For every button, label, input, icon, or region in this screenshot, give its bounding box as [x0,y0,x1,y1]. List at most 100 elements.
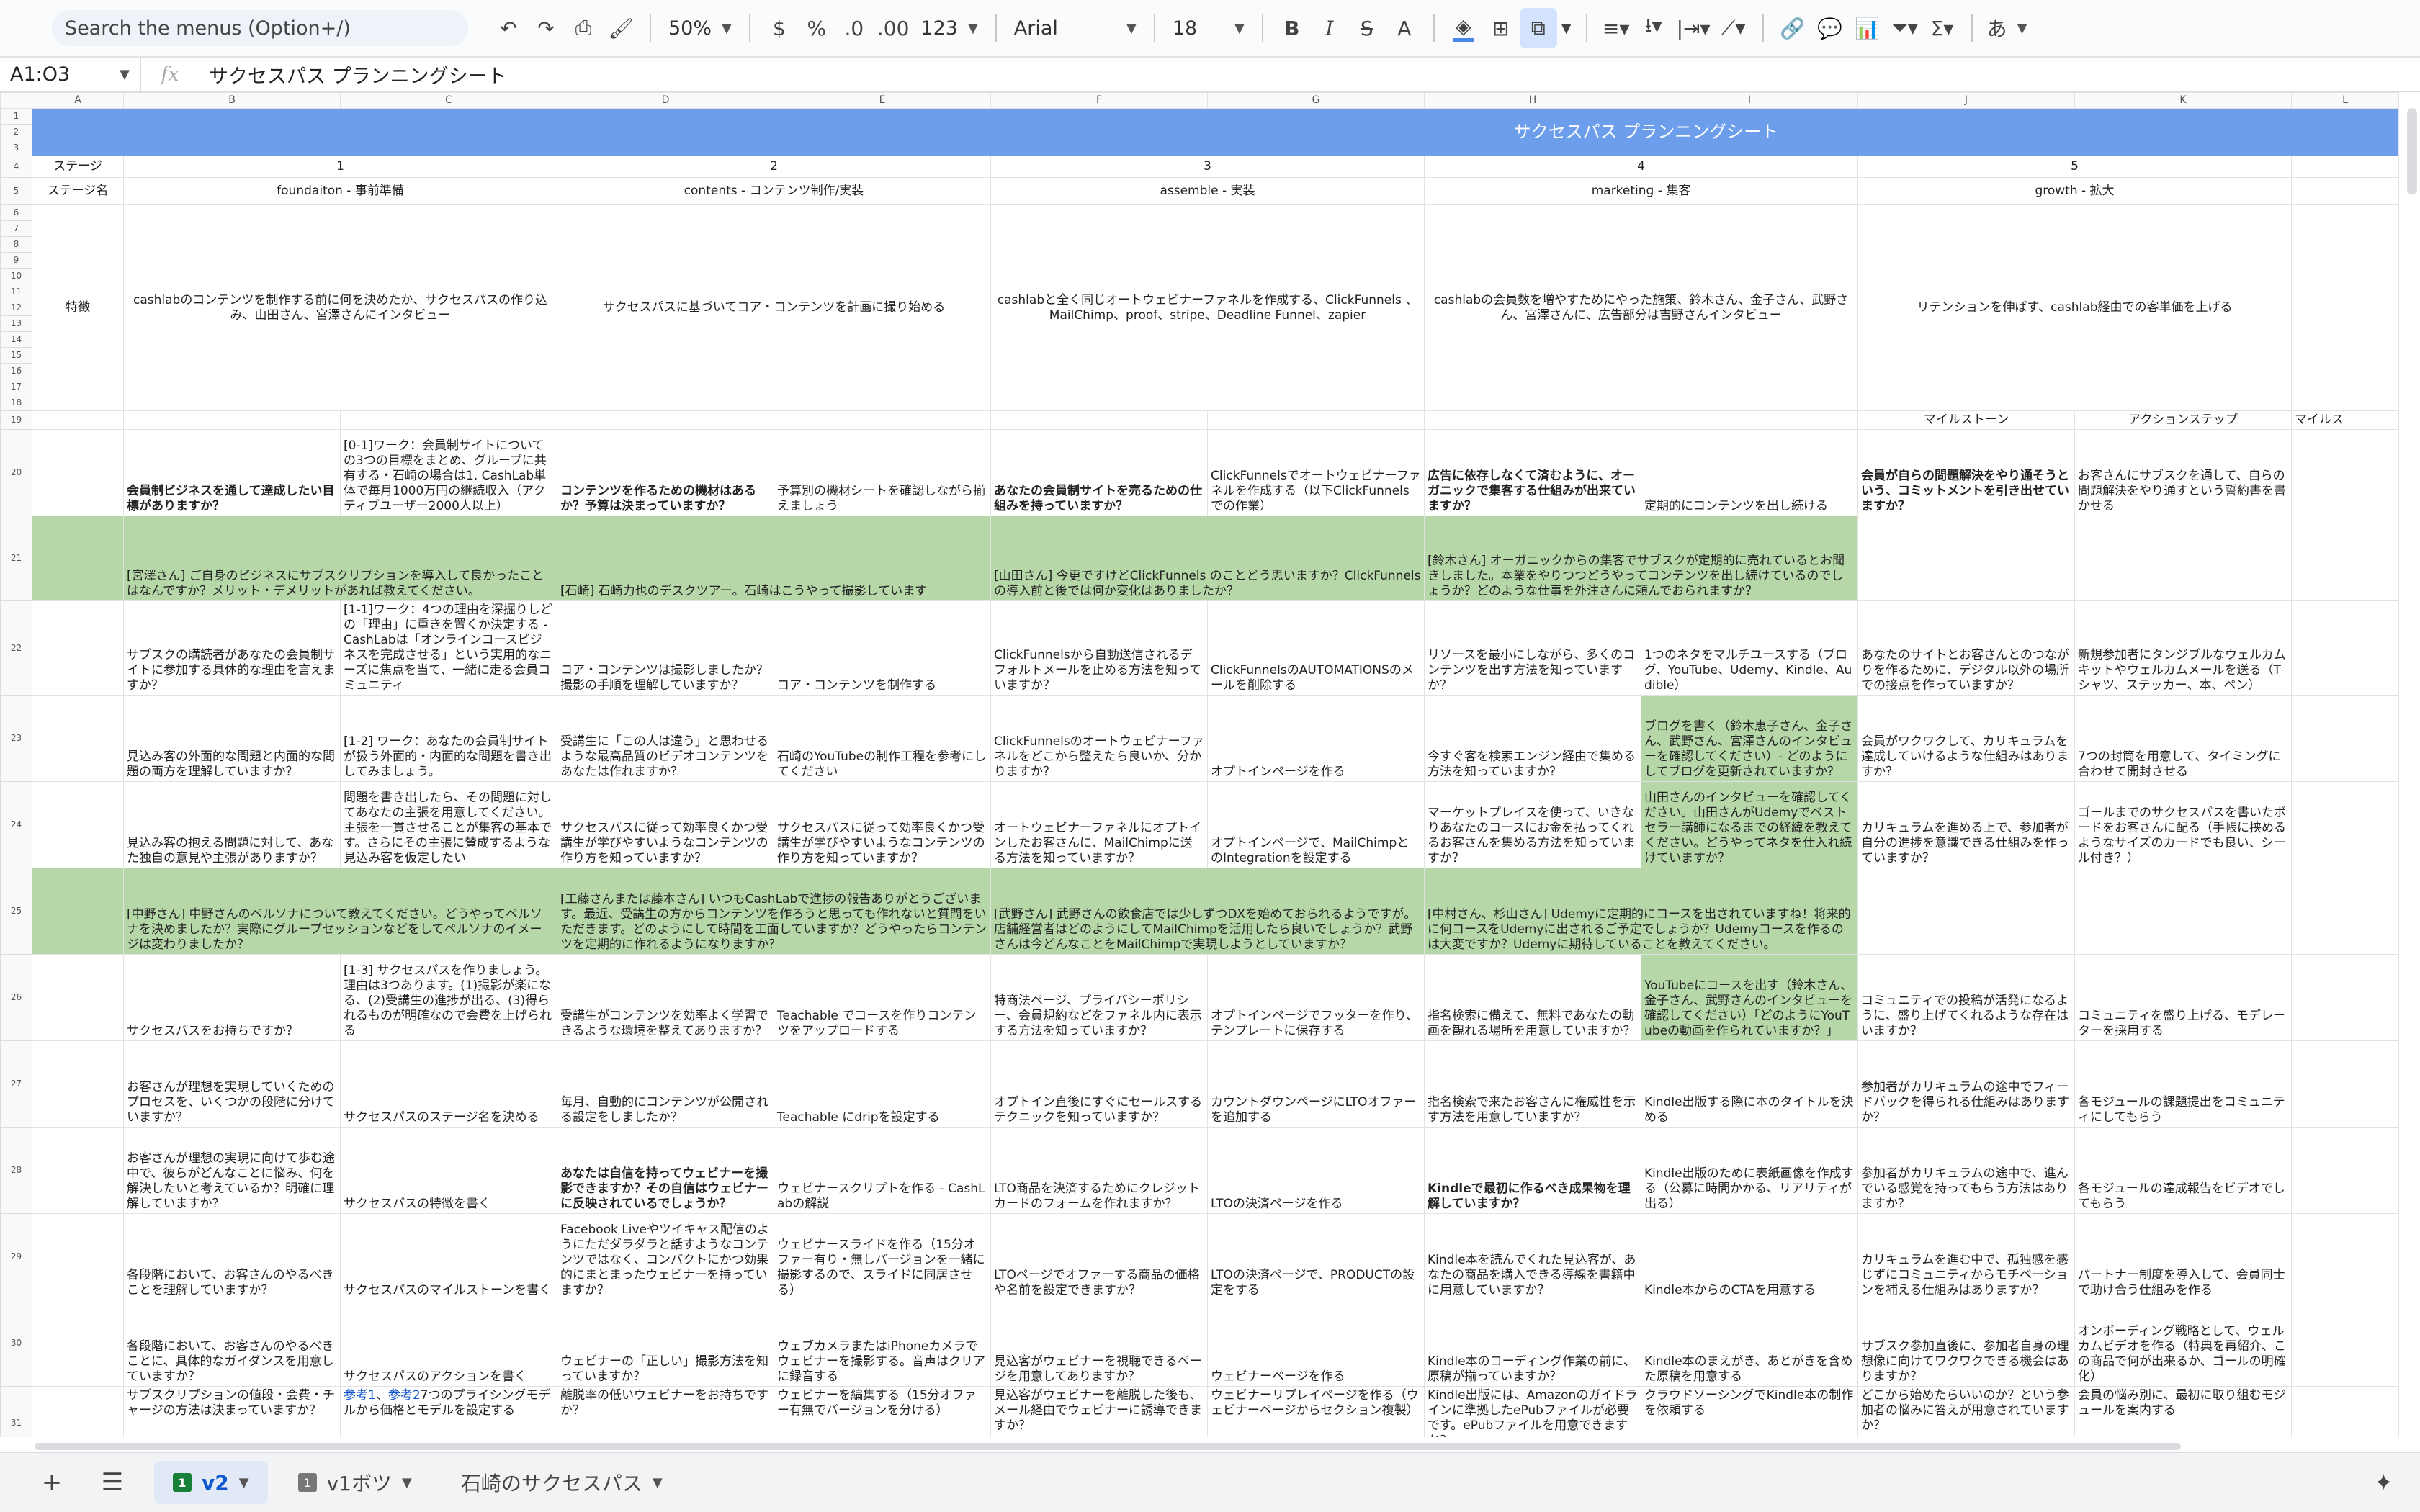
column-header[interactable]: D [557,92,774,109]
cell[interactable] [32,695,124,782]
cell[interactable]: 見込み客の抱える問題に対して、あなた独自の意見や主張がありますか？ [123,781,341,868]
zoom-dropdown[interactable]: 50% ▼ [661,8,739,48]
cell[interactable]: 特商法ページ、プライバシーポリシー、会員規約などをファネル内に表示する方法を知っ… [990,954,1208,1041]
functions-icon[interactable]: Σ▾ [1924,8,1961,48]
cell[interactable]: コミュニティを盛り上げる、モデレーターを採用する [2074,954,2292,1041]
cell[interactable]: サクセスパスに従って効率良くかつ受講生が学びやすいようなコンテンツの作り方を知っ… [774,781,991,868]
row-header[interactable]: 7 [0,220,32,237]
cell[interactable]: サクセスパスのマイルストーンを書く [340,1213,557,1300]
cell[interactable]: コミュニティでの投稿が活発になるように、盛り上げてくれるような存在はいますか？ [1857,954,2075,1041]
bold-button[interactable]: B [1273,8,1311,48]
decrease-decimal-button[interactable]: .0 [835,8,873,48]
cell[interactable]: LTO商品を決済するためにクレジットカードのフォームを作れますか？ [990,1127,1208,1214]
cell[interactable]: ClickFunnelsのオートウェビナーファネルをどこから整えたら良いか、分か… [990,695,1208,782]
cell[interactable] [1857,516,2075,601]
cell[interactable]: 各モジュールの課題提出をコミュニティにしてもらう [2074,1040,2292,1128]
cell[interactable] [2291,954,2399,1041]
cell[interactable]: 各段階において、お客さんのやるべきことに、具体的なガイダンスを用意していますか？ [123,1300,341,1387]
cell[interactable]: LTOの決済ページで、PRODUCTの設定をする [1207,1213,1425,1300]
text-color-button[interactable]: A [1386,8,1423,48]
add-sheet-icon[interactable]: + [22,1468,82,1497]
interview-question[interactable]: [中野さん] 中野さんのペルソナについて教えてください。どうやってペルソナを決め… [123,868,557,955]
cell[interactable]: 参加者がカリキュラムの途中でフィードバックを得られる仕組みはありますか？ [1857,1040,2075,1128]
cell[interactable]: Kindle出版には、Amazonのガイドラインに準拠したePubファイルが必要… [1424,1386,1641,1437]
cell[interactable]: 指名検索で来たお客さんに権威性を示す方法を用意していますか？ [1424,1040,1641,1128]
stage-number[interactable]: 1 [123,156,557,178]
row-header[interactable]: 4 [0,156,32,178]
reference-link-1[interactable]: 参考1 [344,1388,376,1403]
cell[interactable]: オプトイン直後にすぐにセールスするテクニックを知っていますか？ [990,1040,1208,1128]
cell[interactable]: ウェビナーページを作る [1207,1300,1425,1387]
feature-label[interactable]: 特徴 [32,204,124,411]
row-header[interactable]: 28 [0,1127,32,1214]
feature-text[interactable]: サクセスパスに基づいてコア・コンテンツを計画に撮り始める [557,204,991,411]
cell[interactable] [1424,410,1641,430]
stage-name[interactable]: foundaiton - 事前準備 [123,177,557,205]
row-header[interactable]: 27 [0,1040,32,1128]
cell[interactable]: 受講生に「この人は違う」と思わせるような最高品質のビデオコンテンツをあなたは作れ… [557,695,774,782]
row-header[interactable]: 10 [0,268,32,284]
feature-text[interactable]: cashlabのコンテンツを制作する前に何を決めたか、サクセスパスの作り込み、山… [123,204,557,411]
cell[interactable] [32,410,124,430]
cell[interactable]: Kindle本からのCTAを用意する [1641,1213,1858,1300]
interview-question[interactable]: [山田さん] 今更ですけどClickFunnels のことどう思いますか？Cli… [990,516,1425,601]
row-header[interactable]: 19 [0,410,32,430]
cell[interactable]: LTOページでオファーする商品の価格や名前を設定できますか？ [990,1213,1208,1300]
cell[interactable]: 見込客がウェビナーを視聴できるページを用意してありますか？ [990,1300,1208,1387]
sheet-title[interactable]: サクセスパス プランニングシート [32,108,2399,156]
cell[interactable] [32,600,124,696]
cell[interactable] [2291,868,2399,955]
row-header[interactable]: 17 [0,379,32,395]
cell[interactable]: 7つの封筒を用意して、タイミングに合わせて開封させる [2074,695,2292,782]
cell[interactable]: クラウドソーシングでKindle本の制作を依頼する [1641,1386,1858,1437]
cell[interactable]: あなたは自信を持ってウェビナーを撮影できますか？その自信はウェビナーに反映されて… [557,1127,774,1214]
stage-name[interactable]: contents - コンテンツ制作/実装 [557,177,991,205]
column-header[interactable]: L [2291,92,2399,109]
cell[interactable]: Kindle出版する際に本のタイトルを決める [1641,1040,1858,1128]
vertical-align-icon[interactable]: ⭳▾ [1635,8,1672,48]
cell[interactable]: Teachable でコースを作りコンテンツをアップロードする [774,954,991,1041]
cell[interactable] [2291,1213,2399,1300]
stage-number[interactable]: 2 [557,156,991,178]
cell[interactable] [32,1213,124,1300]
cell[interactable] [32,1127,124,1214]
cell[interactable] [2291,1300,2399,1387]
cell[interactable]: 定期的にコンテンツを出し続ける [1641,429,1858,516]
horizontal-align-icon[interactable]: ≡▾ [1597,8,1635,48]
vertical-scrollbar[interactable] [2407,108,2417,194]
chevron-down-icon[interactable]: ▼ [402,1475,412,1490]
cell[interactable]: Facebook Liveやツイキャス配信のようにただダラダラと話すようなコンテ… [557,1213,774,1300]
select-all-corner[interactable] [0,92,32,109]
cell[interactable] [32,429,124,516]
cell[interactable]: 新規参加者にタンジブルなウェルカムキットやウェルカムメールを送る（Tシャツ、ステ… [2074,600,2292,696]
stage-number[interactable]: 5 [1857,156,2292,178]
borders-icon[interactable]: ⊞ [1482,8,1520,48]
tab-v1-rejected[interactable]: 1 v1ボツ ▼ [279,1461,431,1504]
cell[interactable]: コア・コンテンツを制作する [774,600,991,696]
cell[interactable]: 参加者がカリキュラムの途中で、進んでいる感覚を持ってもらう方法はありますか？ [1857,1127,2075,1214]
text-rotation-icon[interactable]: ⟋▾ [1715,8,1752,48]
cell[interactable]: 毎月、自動的にコンテンツが公開される設定をしましたか？ [557,1040,774,1128]
cell[interactable]: LTOの決済ページを作る [1207,1127,1425,1214]
insert-link-icon[interactable]: 🔗 [1774,8,1811,48]
row-header[interactable]: 15 [0,347,32,364]
undo-icon[interactable]: ↶ [490,8,527,48]
cell[interactable] [2291,429,2399,516]
milestone-header[interactable]: マイルス [2291,410,2399,430]
filter-icon[interactable]: ⏷▾ [1886,8,1924,48]
insert-chart-icon[interactable]: 📊 [1849,8,1886,48]
cell[interactable]: ClickFunnelsから自動送信されるデフォルトメールを止める方法を知ってい… [990,600,1208,696]
column-header[interactable]: C [340,92,557,109]
cell[interactable]: 石崎のYouTubeの制作工程を参考にしてください [774,695,991,782]
cell[interactable]: 会員がワクワクして、カリキュラムを達成していけるような仕組みはありますか？ [1857,695,2075,782]
cell[interactable]: ClickFunnelsでオートウェビナーファネルを作成する（以下ClickFu… [1207,429,1425,516]
stage-name-label[interactable]: ステージ名 [32,177,124,205]
row-header[interactable]: 26 [0,954,32,1041]
cell[interactable]: ウェビナーを編集する（15分オファー有無でバージョンを分ける） [774,1386,991,1437]
cell[interactable]: パートナー制度を導入して、会員同士で助け合う仕組みを作る [2074,1213,2292,1300]
row-header[interactable]: 11 [0,284,32,300]
italic-button[interactable]: I [1311,8,1348,48]
cell[interactable]: [1-1]ワーク：4つの理由を深掘りしどの「理由」に重きを置くか決定する - C… [340,600,557,696]
cell[interactable]: 予算別の機材シートを確認しながら揃えましょう [774,429,991,516]
cell[interactable]: あなたのサイトとお客さんとのつながりを作るために、デジタル以外の場所での接点を作… [1857,600,2075,696]
